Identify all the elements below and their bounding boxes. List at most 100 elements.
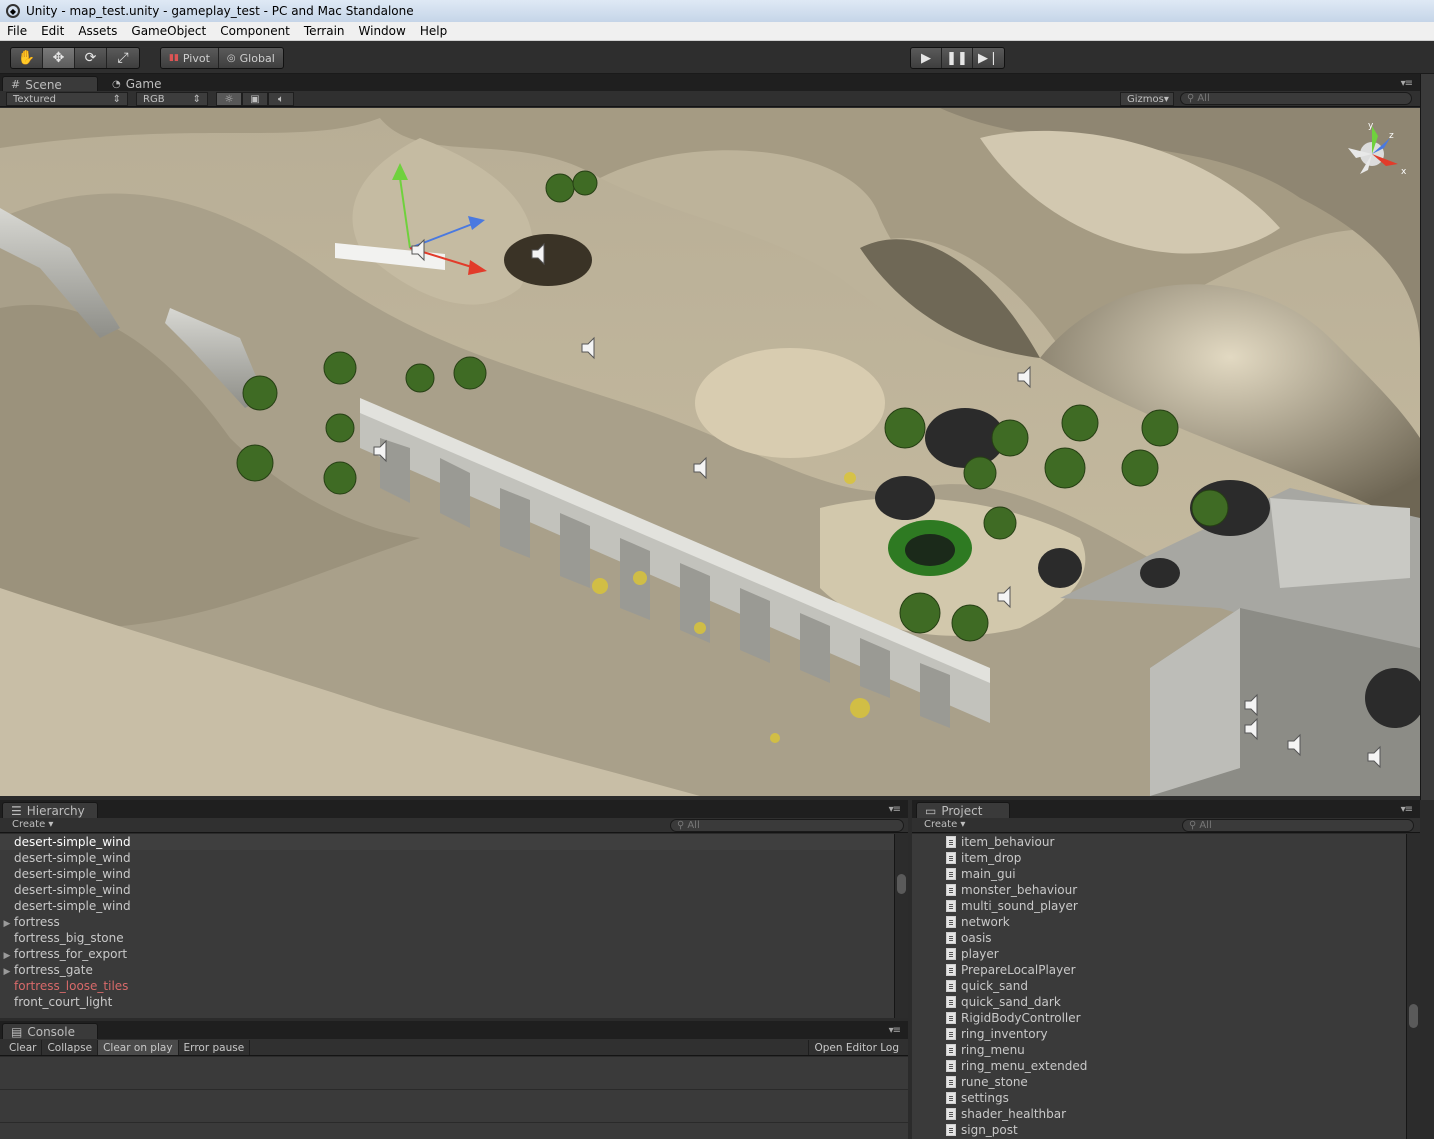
- hierarchy-item[interactable]: ▶ fortress_gate: [0, 962, 894, 978]
- project-create-button[interactable]: Create ▾: [918, 819, 971, 830]
- project-item-label: sign_post: [961, 1123, 1018, 1137]
- menu-window[interactable]: Window: [352, 24, 413, 38]
- scene-search-input[interactable]: ⚲ All: [1180, 92, 1412, 105]
- project-item[interactable]: multi_sound_player: [946, 898, 1406, 914]
- hierarchy-item[interactable]: ▶ fortress_for_export: [0, 946, 894, 962]
- move-tool-button[interactable]: ✥: [43, 48, 75, 68]
- project-item-label: ring_inventory: [961, 1027, 1048, 1041]
- project-item[interactable]: sign_post: [946, 1122, 1406, 1138]
- console-collapse-button[interactable]: Collapse: [42, 1040, 99, 1055]
- project-item[interactable]: quick_sand_dark: [946, 994, 1406, 1010]
- project-item[interactable]: monster_behaviour: [946, 882, 1406, 898]
- menu-terrain[interactable]: Terrain: [297, 24, 352, 38]
- project-item[interactable]: player: [946, 946, 1406, 962]
- pause-button[interactable]: ❚❚: [942, 48, 973, 68]
- menu-component[interactable]: Component: [213, 24, 297, 38]
- hierarchy-item[interactable]: desert-simple_wind: [0, 850, 894, 866]
- hierarchy-item-label: desert-simple_wind: [14, 899, 131, 913]
- rotate-tool-button[interactable]: ⟳: [75, 48, 107, 68]
- chevron-down-icon: ▾: [1163, 93, 1169, 105]
- unity-logo-icon: ◆: [6, 4, 20, 18]
- menu-help[interactable]: Help: [413, 24, 454, 38]
- hierarchy-item[interactable]: desert-simple_wind: [0, 898, 894, 914]
- search-icon: ⚲: [1189, 820, 1197, 831]
- project-item[interactable]: ring_menu_extended: [946, 1058, 1406, 1074]
- hand-tool-button[interactable]: ✋: [11, 48, 43, 68]
- tab-project[interactable]: ▭ Project: [916, 802, 1010, 818]
- gizmos-dropdown[interactable]: Gizmos ▾: [1120, 92, 1174, 106]
- menu-gameobject[interactable]: GameObject: [124, 24, 213, 38]
- panel-menu-icon[interactable]: ▾≡: [889, 1025, 901, 1036]
- project-item[interactable]: settings: [946, 1090, 1406, 1106]
- console-error-pause-button[interactable]: Error pause: [179, 1040, 251, 1055]
- hierarchy-item[interactable]: desert-simple_wind: [0, 882, 894, 898]
- project-scrollbar[interactable]: [1406, 834, 1420, 1139]
- console-tab-row: ▤ Console ▾≡: [0, 1021, 908, 1041]
- project-item-label: ring_menu_extended: [961, 1059, 1088, 1073]
- project-item[interactable]: RigidBodyController: [946, 1010, 1406, 1026]
- scene-audio-toggle[interactable]: 🔈︎: [268, 92, 294, 106]
- hierarchy-item[interactable]: ▶ fortress: [0, 914, 894, 930]
- console-clear-on-play-button[interactable]: Clear on play: [98, 1040, 179, 1055]
- hierarchy-item[interactable]: fortress_loose_tiles: [0, 978, 894, 994]
- project-item[interactable]: ring_menu: [946, 1042, 1406, 1058]
- speaker-icon: 🔈︎: [278, 93, 284, 105]
- menu-edit[interactable]: Edit: [34, 24, 71, 38]
- pivot-toggle-button[interactable]: ▮▮ Pivot: [161, 48, 219, 68]
- panel-menu-icon[interactable]: ▾≡: [1401, 78, 1413, 89]
- project-item[interactable]: item_drop: [946, 850, 1406, 866]
- project-item[interactable]: item_behaviour: [946, 834, 1406, 850]
- globe-icon: ◎: [226, 52, 236, 64]
- global-toggle-button[interactable]: ◎ Global: [219, 48, 283, 68]
- project-item[interactable]: PrepareLocalPlayer: [946, 962, 1406, 978]
- play-button[interactable]: ▶: [911, 48, 942, 68]
- inspector-collapsed-strip[interactable]: [1420, 74, 1434, 800]
- menu-file[interactable]: File: [0, 24, 34, 38]
- color-mode-dropdown[interactable]: RGB ⇕: [136, 92, 208, 106]
- hierarchy-item[interactable]: fortress_big_stone: [0, 930, 894, 946]
- project-item[interactable]: main_gui: [946, 866, 1406, 882]
- open-editor-log-button[interactable]: Open Editor Log: [808, 1040, 904, 1055]
- tab-scene[interactable]: # Scene: [2, 76, 98, 92]
- project-item[interactable]: network: [946, 914, 1406, 930]
- hierarchy-search-input[interactable]: ⚲ All: [670, 819, 904, 832]
- scene-fx-toggle[interactable]: ▣: [242, 92, 268, 106]
- scene-lighting-toggle[interactable]: ☼: [216, 92, 242, 106]
- scale-icon: ⤢: [117, 50, 129, 66]
- project-search-input[interactable]: ⚲ All: [1182, 819, 1414, 832]
- hierarchy-item-label: desert-simple_wind: [14, 867, 131, 881]
- scene-control-bar: Textured ⇕ RGB ⇕ ☼ ▣ 🔈︎ Gizmos ▾ ⚲ All: [0, 91, 1420, 107]
- hierarchy-item[interactable]: desert-simple_wind: [0, 866, 894, 882]
- console-clear-button[interactable]: Clear: [4, 1040, 43, 1055]
- project-item-label: item_drop: [961, 851, 1022, 865]
- hierarchy-item-label: fortress_big_stone: [14, 931, 124, 945]
- hierarchy-item[interactable]: desert-simple_wind: [0, 834, 894, 850]
- tab-hierarchy[interactable]: ☰ Hierarchy: [2, 802, 98, 818]
- step-button[interactable]: ▶❘: [973, 48, 1004, 68]
- scene-viewport[interactable]: y z x: [0, 108, 1420, 796]
- console-log-row: [0, 1090, 908, 1123]
- project-scroll-thumb[interactable]: [1409, 1004, 1418, 1028]
- grid-icon: #: [11, 78, 21, 91]
- tab-hierarchy-label: Hierarchy: [26, 803, 85, 818]
- dropdown-arrows-icon: ⇕: [112, 93, 121, 105]
- project-item[interactable]: quick_sand: [946, 978, 1406, 994]
- panel-menu-icon[interactable]: ▾≡: [889, 804, 901, 815]
- render-mode-dropdown[interactable]: Textured ⇕: [6, 92, 128, 106]
- script-file-icon: [946, 1092, 956, 1104]
- hierarchy-create-button[interactable]: Create ▾: [6, 819, 59, 830]
- hierarchy-item[interactable]: front_court_light: [0, 994, 894, 1010]
- project-item[interactable]: oasis: [946, 930, 1406, 946]
- project-item[interactable]: ring_inventory: [946, 1026, 1406, 1042]
- project-item[interactable]: rune_stone: [946, 1074, 1406, 1090]
- scale-tool-button[interactable]: ⤢: [107, 48, 139, 68]
- hierarchy-scrollbar[interactable]: [894, 834, 908, 1018]
- project-item[interactable]: shader_healthbar: [946, 1106, 1406, 1122]
- panel-menu-icon[interactable]: ▾≡: [1401, 804, 1413, 815]
- hierarchy-scroll-thumb[interactable]: [897, 874, 906, 894]
- menu-assets[interactable]: Assets: [71, 24, 124, 38]
- tab-console[interactable]: ▤ Console: [2, 1023, 98, 1039]
- tab-game[interactable]: ◔ Game: [104, 76, 169, 92]
- project-list: item_behaviour item_drop main_gui monster_b…: [912, 834, 1406, 1139]
- project-item-label: network: [961, 915, 1010, 929]
